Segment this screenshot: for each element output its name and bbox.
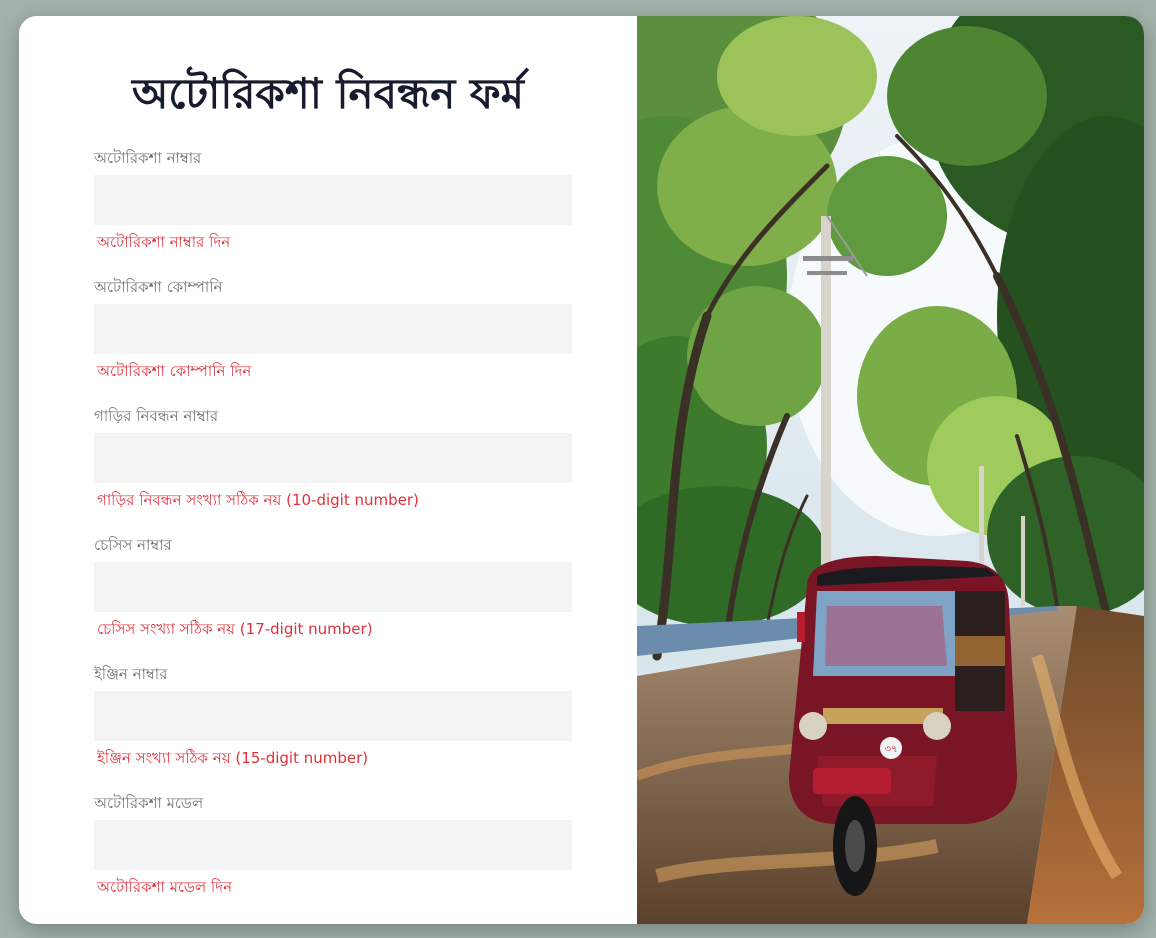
- field-autorickshaw-model: অটোরিকশা মডেল অটোরিকশা মডেল দিন: [94, 793, 572, 922]
- autorickshaw-company-input[interactable]: [94, 304, 572, 354]
- field-chassis-number: চেসিস নাম্বার চেসিস সংখ্যা সঠিক নয় (17-…: [94, 535, 572, 664]
- registration-form: অটোরিকশা নিবন্ধন ফর্ম অটোরিকশা নাম্বার অ…: [19, 16, 637, 924]
- field-engine-number: ইঞ্জিন নাম্বার ইঞ্জিন সংখ্যা সঠিক নয় (1…: [94, 664, 572, 793]
- form-fields: অটোরিকশা নাম্বার অটোরিকশা নাম্বার দিন অট…: [94, 148, 572, 922]
- field-label: গাড়ির নিবন্ধন নাম্বার: [94, 407, 219, 425]
- field-autorickshaw-number: অটোরিকশা নাম্বার অটোরিকশা নাম্বার দিন: [94, 148, 572, 277]
- field-label: অটোরিকশা নাম্বার: [94, 149, 202, 167]
- field-error-message: অটোরিকশা মডেল দিন: [97, 878, 233, 896]
- chassis-number-input[interactable]: [94, 562, 572, 612]
- autorickshaw-number-input[interactable]: [94, 175, 572, 225]
- field-autorickshaw-company: অটোরিকশা কোম্পানি অটোরিকশা কোম্পানি দিন: [94, 277, 572, 406]
- form-title: অটোরিকশা নিবন্ধন ফর্ম: [132, 69, 524, 118]
- field-error-message: চেসিস সংখ্যা সঠিক নয় (17-digit number): [97, 620, 373, 638]
- field-error-message: অটোরিকশা কোম্পানি দিন: [97, 362, 252, 380]
- plate-number: ৩৭: [884, 744, 897, 755]
- vehicle-registration-number-input[interactable]: [94, 433, 572, 483]
- field-label: অটোরিকশা মডেল: [94, 794, 204, 812]
- field-label: অটোরিকশা কোম্পানি: [94, 278, 223, 296]
- autorickshaw-photo: ৩৭: [637, 16, 1144, 924]
- street-scene-illustration: ৩৭: [637, 16, 1144, 924]
- field-label: ইঞ্জিন নাম্বার: [94, 665, 168, 683]
- field-error-message: গাড়ির নিবন্ধন সংখ্যা সঠিক নয় (10-digit…: [97, 491, 419, 509]
- field-error-message: ইঞ্জিন সংখ্যা সঠিক নয় (15-digit number): [97, 749, 369, 767]
- field-label: চেসিস নাম্বার: [94, 536, 172, 554]
- registration-card: অটোরিকশা নিবন্ধন ফর্ম অটোরিকশা নাম্বার অ…: [19, 16, 1144, 924]
- autorickshaw-model-input[interactable]: [94, 820, 572, 870]
- field-vehicle-registration-number: গাড়ির নিবন্ধন নাম্বার গাড়ির নিবন্ধন সং…: [94, 406, 572, 535]
- engine-number-input[interactable]: [94, 691, 572, 741]
- field-error-message: অটোরিকশা নাম্বার দিন: [97, 233, 231, 251]
